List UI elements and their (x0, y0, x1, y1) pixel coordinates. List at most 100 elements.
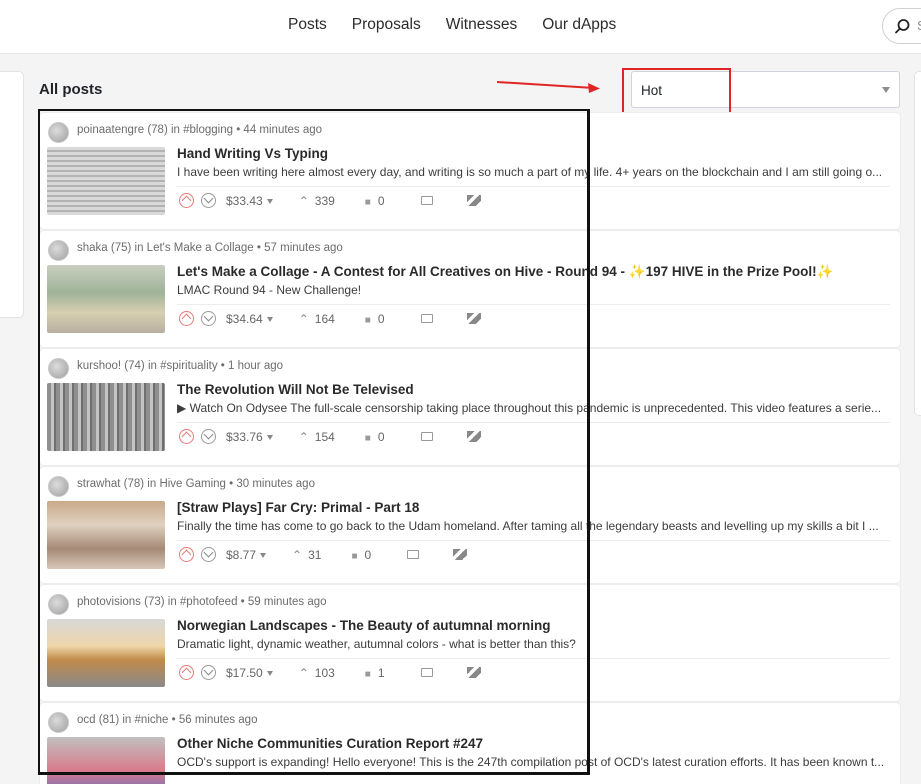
comment-count[interactable]: 0 (365, 430, 385, 444)
post-excerpt[interactable]: LMAC Round 94 - New Challenge! (177, 283, 893, 297)
downvote-icon[interactable] (201, 193, 216, 208)
caret-down-icon (266, 316, 273, 322)
reblog-icon[interactable] (420, 668, 433, 677)
post-card[interactable]: shaka (75) in Let's Make a Collage • 57 … (39, 230, 901, 348)
hive-logo-icon (466, 431, 481, 442)
post-thumbnail[interactable] (47, 383, 165, 451)
vote-count[interactable]: 103 (299, 666, 335, 680)
avatar[interactable] (48, 240, 69, 261)
upvote-icon[interactable] (179, 429, 194, 444)
post-meta: ocd (81) in #niche • 56 minutes ago (77, 714, 258, 726)
vote-count[interactable]: 339 (299, 194, 335, 208)
search-label: S (917, 18, 921, 33)
upvote-icon[interactable] (179, 193, 194, 208)
post-actions: $33.76 154 0 (179, 429, 481, 444)
downvote-icon[interactable] (201, 547, 216, 562)
hive-logo-icon (466, 667, 481, 678)
post-title[interactable]: The Revolution Will Not Be Televised (177, 382, 414, 397)
post-actions: $8.77 31 0 (179, 547, 468, 562)
payout-value[interactable]: $8.77 (226, 547, 267, 562)
post-thumbnail[interactable] (47, 737, 165, 784)
post-list: poinaatengre (78) in #blogging • 44 minu… (39, 112, 901, 784)
chevron-down-icon (882, 87, 890, 93)
payout-amount: $8.77 (226, 547, 257, 562)
caret-down-icon (266, 198, 273, 204)
nav-our-dapps[interactable]: Our dApps (542, 16, 616, 34)
post-card[interactable]: kurshoo! (74) in #spirituality • 1 hour … (39, 348, 901, 466)
post-excerpt[interactable]: I have been writing here almost every da… (177, 165, 893, 179)
upvote-icon[interactable] (179, 665, 194, 680)
nav-proposals[interactable]: Proposals (352, 16, 421, 34)
payout-value[interactable]: $33.43 (226, 194, 273, 208)
divider (177, 186, 890, 187)
upvote-icon[interactable] (179, 311, 194, 326)
payout-value[interactable]: $17.50 (226, 666, 273, 680)
post-meta: photovisions (73) in #photofeed • 59 min… (77, 596, 327, 608)
post-actions: $34.64 164 0 (179, 311, 481, 326)
vote-count[interactable]: 31 (292, 548, 321, 562)
post-actions: $33.43 339 0 (179, 193, 481, 208)
divider (177, 658, 890, 659)
comment-count[interactable]: 0 (365, 312, 385, 326)
downvote-icon[interactable] (201, 665, 216, 680)
reblog-icon[interactable] (407, 550, 420, 559)
search-button[interactable]: S (882, 8, 921, 44)
downvote-icon[interactable] (201, 311, 216, 326)
reblog-icon[interactable] (420, 196, 433, 205)
post-meta: shaka (75) in Let's Make a Collage • 57 … (77, 242, 343, 254)
divider (177, 422, 890, 423)
comment-count[interactable]: 0 (365, 194, 385, 208)
caret-down-icon (266, 434, 273, 440)
post-title[interactable]: Let's Make a Collage - A Contest for All… (177, 264, 833, 280)
post-title[interactable]: Hand Writing Vs Typing (177, 146, 328, 161)
nav-witnesses[interactable]: Witnesses (446, 16, 518, 34)
page-title: All posts (39, 81, 103, 98)
divider (177, 540, 890, 541)
payout-value[interactable]: $33.76 (226, 430, 273, 444)
divider (177, 304, 890, 305)
post-thumbnail[interactable] (47, 501, 165, 569)
nav-posts[interactable]: Posts (288, 16, 327, 34)
post-card[interactable]: photovisions (73) in #photofeed • 59 min… (39, 584, 901, 702)
avatar[interactable] (48, 122, 69, 143)
payout-amount: $33.76 (226, 429, 263, 444)
post-thumbnail[interactable] (47, 265, 165, 333)
post-excerpt[interactable]: Finally the time has come to go back to … (177, 519, 893, 533)
post-actions: $17.50 103 1 (179, 665, 481, 680)
left-sidebar-card (0, 71, 24, 318)
payout-amount: $17.50 (226, 665, 263, 680)
vote-count[interactable]: 164 (299, 312, 335, 326)
post-card[interactable]: strawhat (78) in Hive Gaming • 30 minute… (39, 466, 901, 584)
hive-logo-icon (466, 195, 481, 206)
reblog-icon[interactable] (420, 314, 433, 323)
post-title[interactable]: [Straw Plays] Far Cry: Primal - Part 18 (177, 500, 419, 515)
caret-down-icon (266, 670, 273, 676)
post-title[interactable]: Other Niche Communities Curation Report … (177, 736, 483, 751)
post-card[interactable]: poinaatengre (78) in #blogging • 44 minu… (39, 112, 901, 230)
avatar[interactable] (48, 712, 69, 733)
post-excerpt[interactable]: ▶ Watch On Odysee The full-scale censors… (177, 401, 893, 415)
post-title[interactable]: Norwegian Landscapes - The Beauty of aut… (177, 618, 551, 633)
reblog-icon[interactable] (420, 432, 433, 441)
main-nav: Posts Proposals Witnesses Our dApps (288, 16, 616, 34)
avatar[interactable] (48, 476, 69, 497)
payout-value[interactable]: $34.64 (226, 312, 273, 326)
vote-count[interactable]: 154 (299, 430, 335, 444)
post-meta: kurshoo! (74) in #spirituality • 1 hour … (77, 360, 284, 372)
comment-count[interactable]: 0 (351, 548, 372, 562)
hive-logo-icon (453, 549, 468, 560)
post-excerpt[interactable]: OCD's support is expanding! Hello everyo… (177, 755, 893, 769)
post-thumbnail[interactable] (47, 619, 165, 687)
payout-amount: $34.64 (226, 311, 263, 326)
post-excerpt[interactable]: Dramatic light, dynamic weather, autumna… (177, 637, 893, 651)
post-card[interactable]: ocd (81) in #niche • 56 minutes ago Othe… (39, 702, 901, 784)
post-thumbnail[interactable] (47, 147, 165, 215)
downvote-icon[interactable] (201, 429, 216, 444)
right-sidebar-card (914, 71, 921, 416)
annotation-arrow-icon (496, 81, 600, 93)
upvote-icon[interactable] (179, 547, 194, 562)
caret-down-icon (260, 552, 267, 558)
avatar[interactable] (48, 358, 69, 379)
comment-count[interactable]: 1 (365, 666, 385, 680)
avatar[interactable] (48, 594, 69, 615)
